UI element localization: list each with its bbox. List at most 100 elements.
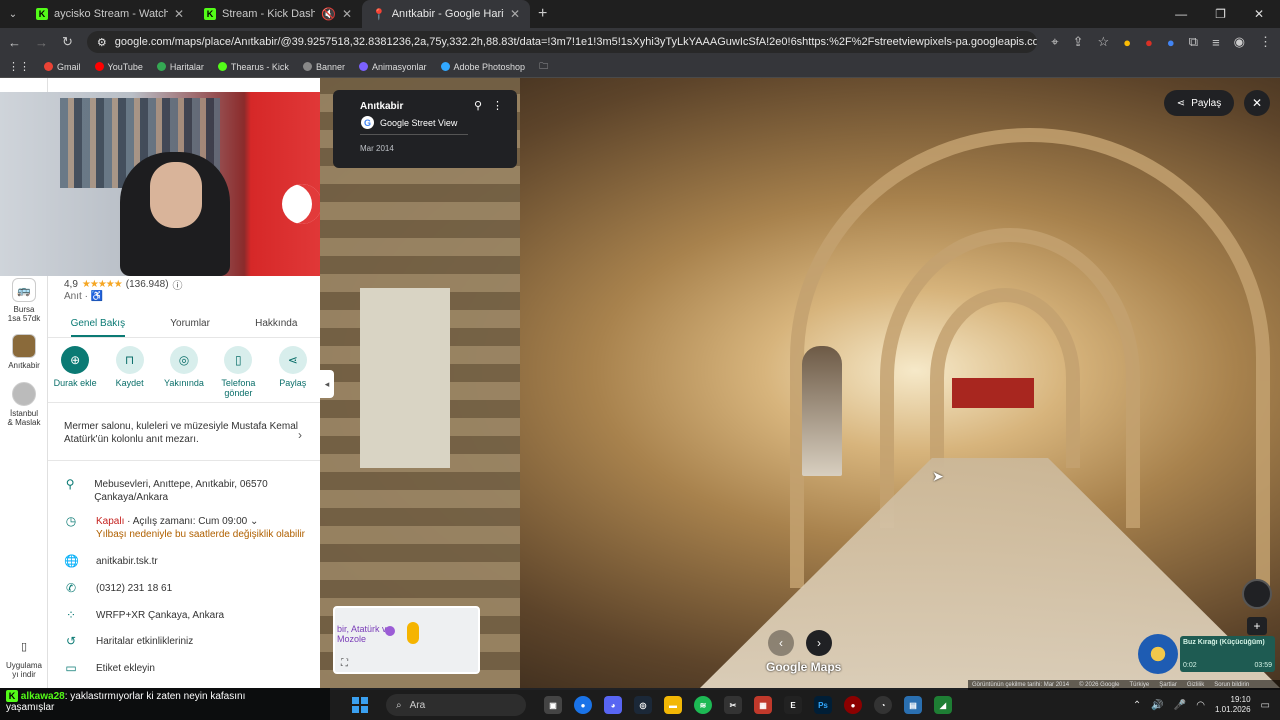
bookmark-kick[interactable]: Thearus - Kick <box>217 62 289 72</box>
rail-item-istanbul[interactable]: İstanbul & Maslak <box>0 382 48 427</box>
extension-icon[interactable]: ● <box>1123 35 1131 50</box>
place-description[interactable]: Mermer salonu, kuleleri ve müzesiyle Mus… <box>64 420 304 446</box>
steam-icon[interactable]: ◎ <box>634 696 652 714</box>
bookmark-gmail[interactable]: Gmail <box>44 62 81 72</box>
close-tab-icon[interactable]: ✕ <box>174 7 184 21</box>
close-street-view-button[interactable]: ✕ <box>1244 90 1270 116</box>
chevron-down-icon[interactable]: ⌄ <box>250 516 258 527</box>
zoom-in-icon[interactable]: + <box>1247 617 1267 635</box>
footer-privacy[interactable]: Gizlilik <box>1187 682 1204 688</box>
bookmark-photoshop[interactable]: Adobe Photoshop <box>440 62 525 72</box>
profile-avatar[interactable]: ◉ <box>1234 34 1245 50</box>
apps-grid-icon[interactable]: ⋮⋮ <box>8 60 30 73</box>
app-icon[interactable]: ◢ <box>934 696 952 714</box>
tab-about[interactable]: Hakkında <box>255 310 297 337</box>
tab-kick-stream[interactable]: K aycisko Stream - Watch Live on ✕ <box>26 0 194 28</box>
discord-icon[interactable]: ◕ <box>604 696 622 714</box>
epic-games-icon[interactable]: E <box>784 696 802 714</box>
bookmark-haritalar[interactable]: Haritalar <box>156 62 204 72</box>
spotify-icon[interactable]: ≋ <box>694 696 712 714</box>
music-widget[interactable]: Buz Kırağı (Küçücüğüm) 0:02 03:59 <box>1138 634 1278 674</box>
share-street-view-button[interactable]: ⋖ Paylaş <box>1164 90 1234 116</box>
notifications-icon[interactable]: ▭ <box>1261 700 1270 711</box>
next-arrow-icon[interactable]: › <box>806 630 832 656</box>
review-count[interactable]: (136.948) <box>126 279 169 290</box>
minimize-icon[interactable]: — <box>1175 7 1187 21</box>
tab-search-chevron-icon[interactable]: ⌄ <box>0 9 26 20</box>
new-tab-icon[interactable]: + <box>530 5 547 23</box>
collapse-panel-button[interactable]: ◂ <box>320 370 334 398</box>
chevron-up-icon[interactable]: ⌃ <box>1133 700 1141 711</box>
extension-icon[interactable]: ● <box>1167 35 1175 50</box>
bookmark-youtube[interactable]: YouTube <box>94 62 143 72</box>
chevron-right-icon[interactable]: › <box>298 428 302 442</box>
folder-icon[interactable]: 🗀 <box>539 59 548 75</box>
footer-country[interactable]: Türkiye <box>1130 682 1150 688</box>
activity-row[interactable]: ↺ Haritalar etkinlikleriniz <box>64 635 312 648</box>
location-icon[interactable]: ⌖ <box>1051 34 1058 50</box>
footer-report[interactable]: Sorun bildirin <box>1214 682 1249 688</box>
address-row[interactable]: ⚲ Mebusevleri, Anıttepe, Anıtkabir, 0657… <box>64 478 312 504</box>
more-options-icon[interactable]: ⋮ <box>492 99 503 112</box>
extensions-puzzle-icon[interactable]: ⧉ <box>1189 34 1198 50</box>
expand-map-icon[interactable]: ⛶ <box>341 658 348 669</box>
footer-terms[interactable]: Şartlar <box>1159 682 1177 688</box>
street-view-minimap[interactable]: bir, Atatürk ve Mozole ⛶ <box>333 606 480 674</box>
close-tab-icon[interactable]: ✕ <box>510 7 520 21</box>
street-view-canvas[interactable] <box>320 78 1280 688</box>
close-tab-icon[interactable]: ✕ <box>342 7 352 21</box>
previous-arrow-icon[interactable]: ‹ <box>768 630 794 656</box>
file-explorer-icon[interactable]: ▬ <box>664 696 682 714</box>
tab-reviews[interactable]: Yorumlar <box>170 310 210 337</box>
rail-item-download-app[interactable]: ▯ Uygulama yı indir <box>0 634 48 680</box>
hours-row[interactable]: ◷ Kapalı · Açılış zamanı: Cum 09:00 ⌄ Yıl… <box>64 515 312 541</box>
tab-overview[interactable]: Genel Bakış <box>70 310 126 337</box>
add-label-row[interactable]: ▭ Etiket ekleyin <box>64 662 312 675</box>
menu-kebab-icon[interactable]: ⋮ <box>1259 34 1272 50</box>
back-icon[interactable]: ← <box>8 35 21 50</box>
wifi-icon[interactable]: ◠ <box>1196 700 1205 711</box>
compass-icon[interactable] <box>1242 579 1272 609</box>
add-stop-button[interactable]: ⊕ Durak ekle <box>50 346 100 398</box>
share-button[interactable]: ⋖ Paylaş <box>268 346 318 398</box>
windows-start-icon[interactable] <box>352 697 368 713</box>
address-bar[interactable]: ⚙ google.com/maps/place/Anıtkabir/@39.92… <box>86 31 1038 53</box>
website-link[interactable]: anitkabir.tsk.tr <box>96 555 158 568</box>
capcut-icon[interactable]: ✂ <box>724 696 742 714</box>
reload-icon[interactable]: ↻ <box>62 34 73 50</box>
forward-icon[interactable]: → <box>35 35 48 50</box>
chrome-icon[interactable]: ● <box>574 696 592 714</box>
microphone-icon[interactable]: 🎤 <box>1174 700 1186 711</box>
mute-icon[interactable]: 🔇 <box>321 7 336 21</box>
nearby-button[interactable]: ◎ Yakınında <box>159 346 209 398</box>
rail-item-bursa[interactable]: 🚌 Bursa 1sa 57dk <box>0 278 48 323</box>
save-button[interactable]: ⊓ Kaydet <box>105 346 155 398</box>
location-pin-icon[interactable]: ⚲ <box>474 99 482 112</box>
app-icon[interactable]: ▤ <box>904 696 922 714</box>
taskbar-search[interactable]: ⌕ Ara <box>386 694 526 716</box>
restore-icon[interactable]: ❐ <box>1215 7 1226 21</box>
pluscode-row[interactable]: ⁘ WRFP+XR Çankaya, Ankara <box>64 609 312 622</box>
close-window-icon[interactable]: ✕ <box>1254 7 1264 21</box>
rail-item-anitkabir[interactable]: Anıtkabir <box>0 334 48 370</box>
obs-icon[interactable]: ◔ <box>874 696 892 714</box>
task-view-icon[interactable]: ▣ <box>544 696 562 714</box>
app-icon[interactable]: ▦ <box>754 696 772 714</box>
photoshop-icon[interactable]: Ps <box>814 696 832 714</box>
app-icon[interactable]: ● <box>844 696 862 714</box>
website-row[interactable]: 🌐 anitkabir.tsk.tr <box>64 555 312 568</box>
tab-google-maps[interactable]: 📍 Anıtkabir - Google Haritalar ✕ <box>362 0 530 28</box>
volume-icon[interactable]: 🔊 <box>1151 700 1163 711</box>
install-icon[interactable]: ⇪ <box>1073 34 1084 50</box>
bookmark-animasyonlar[interactable]: Animasyonlar <box>358 62 427 72</box>
tab-kick-dashboard[interactable]: K Stream - Kick Dashboard 🔇 ✕ <box>194 0 362 28</box>
send-to-phone-button[interactable]: ▯ Telefona gönder <box>213 346 263 398</box>
taskbar-clock[interactable]: 19:10 1.01.2026 <box>1215 695 1251 715</box>
bookmark-banner[interactable]: Banner <box>302 62 345 72</box>
site-info-icon[interactable]: ⚙ <box>97 36 107 49</box>
capture-date[interactable]: Mar 2014 <box>360 144 394 153</box>
bookmark-star-icon[interactable]: ☆ <box>1098 34 1110 50</box>
info-icon[interactable]: ⓘ <box>173 277 183 292</box>
phone-row[interactable]: ✆ (0312) 231 18 61 <box>64 582 312 595</box>
reading-list-icon[interactable]: ≡ <box>1212 35 1220 50</box>
